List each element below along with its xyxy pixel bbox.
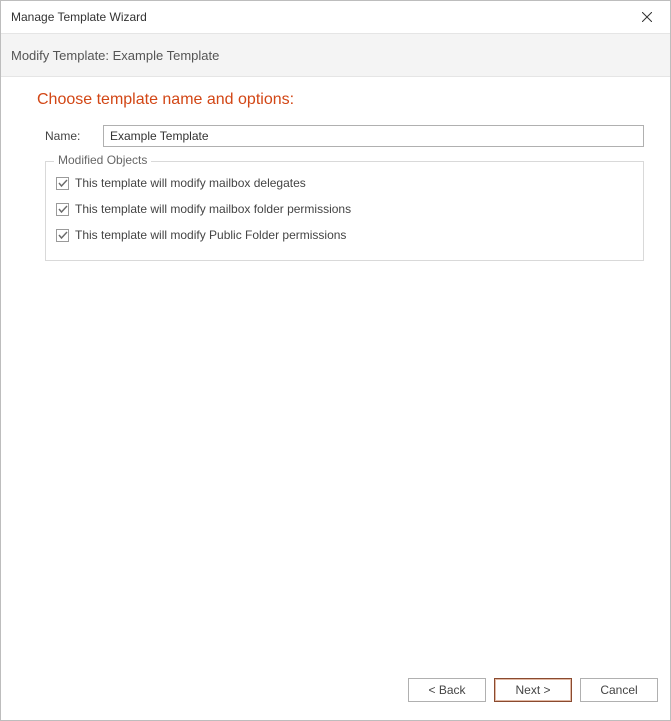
name-row: Name: (37, 125, 644, 147)
content-area: Choose template name and options: Name: … (1, 77, 670, 670)
next-button[interactable]: Next > (494, 678, 572, 702)
close-button[interactable] (624, 1, 670, 33)
checkbox-public-folder[interactable] (56, 229, 69, 242)
close-icon (642, 12, 652, 22)
checkbox-label: This template will modify mailbox folder… (75, 202, 351, 216)
check-icon (58, 231, 68, 240)
wizard-window: Manage Template Wizard Modify Template: … (0, 0, 671, 721)
modified-objects-fieldset: Modified Objects This template will modi… (45, 161, 644, 261)
check-icon (58, 205, 68, 214)
footer: < Back Next > Cancel (1, 670, 670, 720)
subheader-text: Modify Template: Example Template (11, 48, 219, 63)
name-input[interactable] (103, 125, 644, 147)
checkbox-row-public-folder: This template will modify Public Folder … (56, 222, 633, 248)
checkbox-row-folder-permissions: This template will modify mailbox folder… (56, 196, 633, 222)
check-icon (58, 179, 68, 188)
titlebar: Manage Template Wizard (1, 1, 670, 33)
window-title: Manage Template Wizard (11, 10, 624, 24)
name-label: Name: (37, 129, 103, 143)
cancel-button[interactable]: Cancel (580, 678, 658, 702)
checkbox-label: This template will modify Public Folder … (75, 228, 346, 242)
checkbox-folder-permissions[interactable] (56, 203, 69, 216)
checkbox-delegates[interactable] (56, 177, 69, 190)
fieldset-legend: Modified Objects (54, 153, 151, 167)
page-heading: Choose template name and options: (37, 91, 644, 109)
checkbox-label: This template will modify mailbox delega… (75, 176, 306, 190)
subheader: Modify Template: Example Template (1, 33, 670, 77)
checkbox-row-delegates: This template will modify mailbox delega… (56, 170, 633, 196)
back-button[interactable]: < Back (408, 678, 486, 702)
